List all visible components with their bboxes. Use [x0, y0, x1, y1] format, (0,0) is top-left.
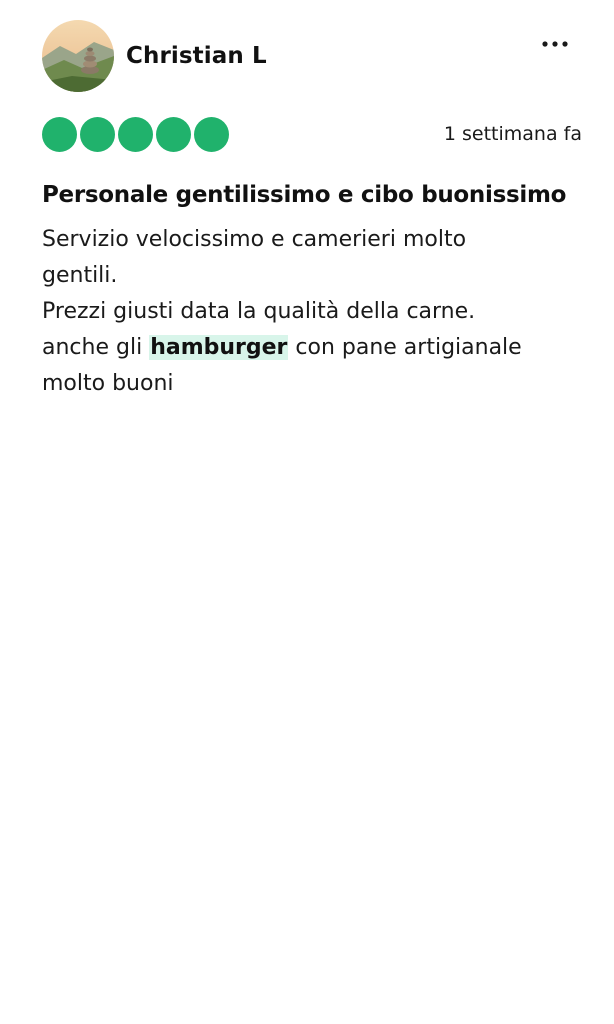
author-name[interactable]: Christian L	[126, 43, 267, 69]
review-body-line: molto buoni	[42, 371, 174, 396]
rating-bubble-filled	[194, 116, 229, 152]
rating-bubbles	[42, 116, 229, 152]
review-title: Personale gentilissimo e cibo buonissimo	[42, 182, 567, 208]
review-header: Christian L	[42, 20, 582, 92]
highlighted-keyword: hamburger	[149, 335, 289, 360]
review-date: 1 settimana fa	[443, 123, 582, 145]
more-options-button[interactable]	[540, 32, 570, 56]
review-body-text: anche gli	[42, 335, 150, 360]
rating-bubble-filled	[80, 116, 115, 152]
more-options-icon	[542, 41, 568, 47]
review-body-line: Prezzi giusti data la qualità della carn…	[42, 299, 476, 324]
review-body-text: con pane artigianale	[288, 335, 522, 360]
rating-row: 1 settimana fa	[42, 116, 582, 152]
review-body-line: gentili.	[42, 263, 118, 288]
avatar-image	[42, 20, 114, 92]
review-body-line: anche gli hamburger con pane artigianale	[42, 330, 582, 366]
review-body-line: Servizio velocissimo e camerieri molto	[42, 227, 467, 252]
rating-bubble-filled	[156, 116, 191, 152]
rating-bubble-filled	[42, 116, 77, 152]
review-card: Christian L 1 settimana fa Personale gen…	[0, 0, 614, 1024]
avatar[interactable]	[42, 20, 114, 92]
review-body: Servizio velocissimo e camerieri molto g…	[42, 222, 582, 402]
rating-bubble-filled	[118, 116, 153, 152]
